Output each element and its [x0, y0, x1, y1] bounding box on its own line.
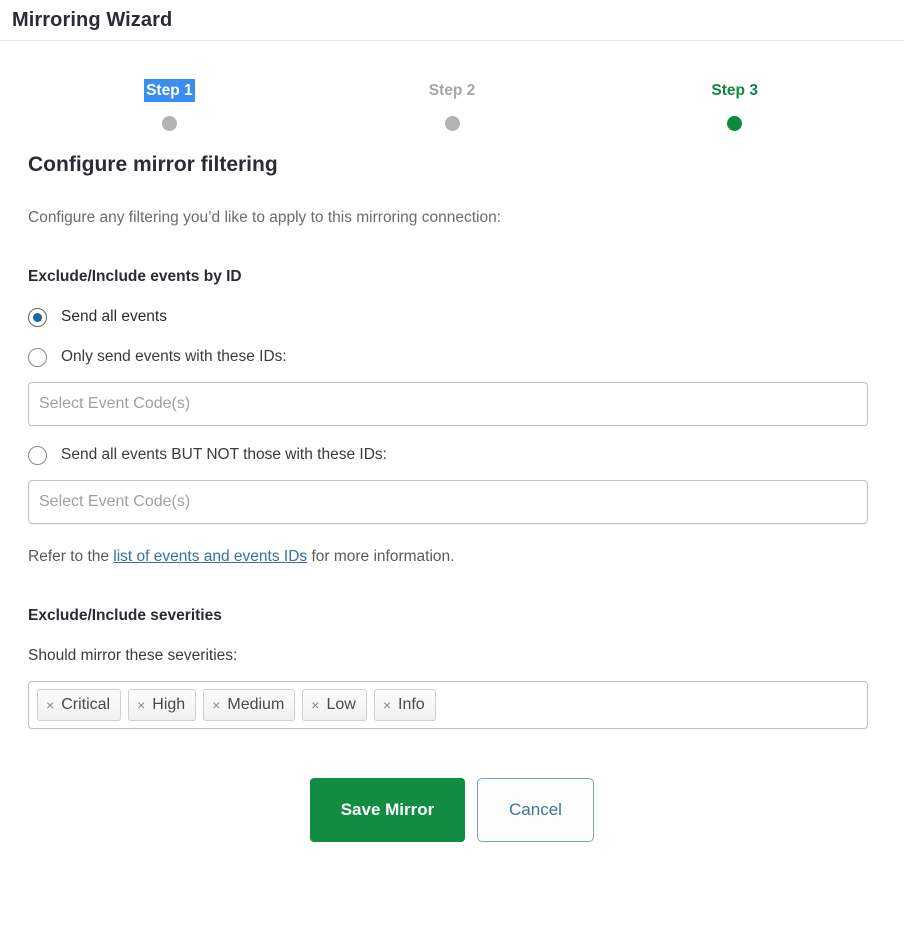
wizard-stepper: Step 1 Step 2 Step 3	[0, 41, 904, 151]
severities-tag-input[interactable]: × Critical × High × Medium × Low × Info	[28, 681, 868, 729]
events-ids-link[interactable]: list of events and events IDs	[113, 548, 307, 565]
exclude-event-codes-input[interactable]: Select Event Code(s)	[28, 480, 868, 524]
wizard-step-2-dot-icon	[444, 116, 460, 131]
window-title: Mirroring Wizard	[12, 8, 173, 31]
save-mirror-button[interactable]: Save Mirror	[310, 778, 465, 842]
wizard-step-2-label: Step 2	[428, 82, 476, 99]
wizard-step-1-label: Step 1	[144, 79, 195, 102]
include-event-codes-placeholder: Select Event Code(s)	[39, 395, 191, 412]
page-description: Configure any filtering you’d like to ap…	[28, 209, 501, 226]
radio-send-all-events-label: Send all events	[61, 308, 167, 325]
remove-icon[interactable]: ×	[137, 698, 145, 712]
remove-icon[interactable]: ×	[46, 698, 54, 712]
remove-icon[interactable]: ×	[311, 698, 319, 712]
severity-chip-critical[interactable]: × Critical	[37, 689, 122, 721]
wizard-step-3-dot-icon	[727, 116, 743, 131]
severity-chip-medium-label: Medium	[227, 696, 285, 713]
page-title: Configure mirror filtering	[28, 153, 278, 176]
radio-send-all-but-not-indicator[interactable]	[28, 445, 47, 465]
severities-heading: Exclude/Include severities	[28, 607, 222, 624]
severity-chip-info[interactable]: × Info	[373, 689, 436, 721]
severity-chip-medium[interactable]: × Medium	[203, 689, 296, 721]
severity-chip-critical-label: Critical	[61, 696, 111, 713]
wizard-step-2[interactable]: Step 2	[311, 41, 594, 151]
radio-send-all-events[interactable]: Send all events	[28, 306, 876, 328]
radio-send-all-but-not[interactable]: Send all events BUT NOT those with these…	[28, 444, 876, 466]
refer-prefix: Refer to the	[28, 548, 114, 565]
refer-suffix: for more information.	[307, 548, 455, 565]
severities-label: Should mirror these severities:	[28, 647, 238, 664]
include-event-codes-input[interactable]: Select Event Code(s)	[28, 382, 868, 426]
wizard-step-1[interactable]: Step 1	[28, 41, 311, 151]
wizard-step-3[interactable]: Step 3	[593, 41, 876, 151]
wizard-footer: Save Mirror Cancel	[28, 778, 876, 842]
radio-only-send-events-indicator[interactable]	[28, 347, 47, 367]
events-by-id-heading: Exclude/Include events by ID	[28, 268, 242, 285]
remove-icon[interactable]: ×	[383, 698, 391, 712]
window-titlebar: Mirroring Wizard	[0, 0, 904, 41]
severity-chip-low-label: Low	[326, 696, 356, 713]
refer-text: Refer to the list of events and events I…	[28, 546, 876, 568]
severity-chip-low[interactable]: × Low	[302, 689, 367, 721]
radio-only-send-events-label: Only send events with these IDs:	[61, 348, 287, 365]
radio-send-all-but-not-label: Send all events BUT NOT those with these…	[61, 446, 387, 463]
radio-only-send-events[interactable]: Only send events with these IDs:	[28, 346, 876, 368]
radio-send-all-events-indicator[interactable]	[28, 307, 47, 327]
cancel-button[interactable]: Cancel	[477, 778, 594, 842]
exclude-event-codes-placeholder: Select Event Code(s)	[39, 493, 191, 510]
wizard-step-3-label: Step 3	[711, 82, 758, 99]
remove-icon[interactable]: ×	[212, 698, 220, 712]
severity-chip-info-label: Info	[398, 696, 425, 713]
severity-chip-high[interactable]: × High	[128, 689, 197, 721]
wizard-step-1-dot-icon	[161, 116, 177, 131]
wizard-content: Configure mirror filtering Configure any…	[0, 151, 904, 842]
severity-chip-high-label: High	[152, 696, 186, 713]
